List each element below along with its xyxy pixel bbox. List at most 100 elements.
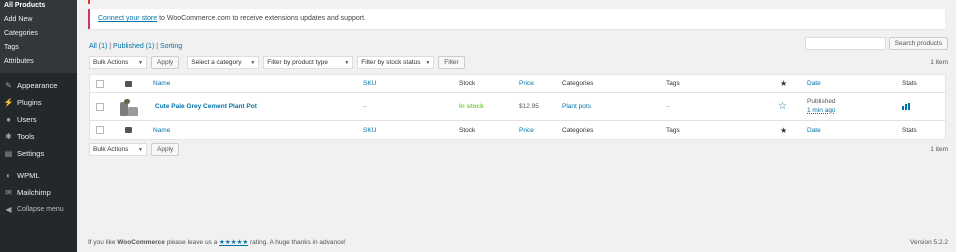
plant-pot-image: [119, 97, 139, 117]
menu-label: WPML: [17, 171, 40, 180]
product-tags: –: [666, 103, 670, 110]
woocommerce-connect-notice: Connect your store to WooCommerce.com to…: [88, 9, 945, 29]
menu-label: Mailchimp: [17, 188, 51, 197]
column-tags: Tags: [666, 126, 680, 134]
menu-mailchimp[interactable]: ✉ Mailchimp: [0, 184, 77, 201]
chevron-down-icon: ▼: [250, 59, 256, 66]
row-select-cell: [96, 93, 104, 120]
top-tablenav: Bulk Actions ▼ Apply Select a category ▼ F…: [89, 56, 465, 69]
collapse-menu-button[interactable]: ◀ Collapse menu: [0, 201, 77, 218]
view-published-count: (1): [145, 43, 155, 50]
menu-plugins[interactable]: ⚡ Plugins: [0, 94, 77, 111]
publish-status: Published: [807, 98, 836, 105]
column-stats: Stats: [902, 80, 917, 87]
menu-appearance[interactable]: ✎ Appearance: [0, 77, 77, 94]
version-text: Version 5.2.2: [910, 239, 948, 246]
row-checkbox[interactable]: [96, 102, 104, 111]
bulk-actions-value: Bulk Actions: [93, 59, 129, 66]
column-name[interactable]: Name: [153, 75, 170, 92]
product-category-link[interactable]: Plant pots: [562, 93, 591, 120]
stock-status: In stock: [459, 103, 484, 110]
featured-header: ★: [780, 121, 787, 139]
product-sku: –: [363, 103, 367, 110]
category-link[interactable]: Plant pots: [562, 103, 591, 110]
rating-stars-link[interactable]: ★★★★★: [219, 239, 248, 246]
footer-suffix: rating. A huge thanks in advance!: [248, 239, 346, 246]
view-published-link[interactable]: Published (1): [113, 43, 154, 50]
apply-button[interactable]: Apply: [151, 56, 180, 69]
chevron-down-icon: ▼: [344, 59, 350, 66]
filter-button[interactable]: Filter: [438, 56, 465, 69]
view-filters: All (1) | Published (1) | Sorting: [89, 43, 182, 50]
collapse-label: Collapse menu: [17, 206, 64, 213]
admin-footer-text: If you like WooCommerce please leave us …: [88, 238, 346, 246]
submenu-tags[interactable]: Tags: [0, 42, 77, 56]
column-categories: Categories: [562, 126, 594, 134]
table-header: Name SKU Stock Price Categories Tags ★ D…: [90, 75, 945, 93]
menu-settings[interactable]: ▤ Settings: [0, 145, 77, 162]
select-all-cell: [96, 75, 104, 92]
chevron-down-icon: ▼: [425, 59, 431, 66]
column-price[interactable]: Price: [519, 75, 534, 92]
column-name[interactable]: Name: [153, 121, 170, 139]
menu-wpml[interactable]: ◐ WPML: [0, 167, 77, 184]
users-icon: ●: [6, 115, 11, 124]
error-mark: [88, 0, 90, 4]
footer-middle: please leave us a: [164, 239, 220, 246]
menu-users[interactable]: ● Users: [0, 111, 77, 128]
column-sku[interactable]: SKU: [363, 121, 376, 139]
product-thumbnail[interactable]: [119, 93, 139, 120]
chevron-down-icon: ▼: [138, 146, 143, 153]
apply-button-bottom[interactable]: Apply: [151, 143, 180, 156]
item-count-top: 1 item: [930, 59, 948, 66]
bottom-tablenav: Bulk Actions ▼ Apply: [89, 143, 180, 156]
product-type-select[interactable]: Filter by product type ▼: [263, 56, 354, 69]
search-products-button[interactable]: Search products: [888, 37, 948, 50]
image-icon: [125, 80, 132, 87]
bulk-actions-select-bottom[interactable]: Bulk Actions ▼: [89, 143, 147, 156]
stock-status-value: Filter by stock status: [361, 59, 421, 66]
category-select[interactable]: Select a category ▼: [187, 56, 260, 69]
menu-label: Users: [17, 115, 37, 124]
footer-brand: WooCommerce: [117, 239, 165, 246]
bar-chart-icon: [902, 103, 910, 110]
column-date[interactable]: Date: [807, 121, 821, 139]
select-all-checkbox[interactable]: [96, 79, 104, 88]
menu-label: Settings: [17, 149, 45, 158]
column-sku[interactable]: SKU: [363, 75, 376, 92]
view-all-label: All: [89, 43, 97, 50]
menu-label: Plugins: [17, 98, 42, 107]
table-row: Cute Pale Grey Cement Plant Pot – In sto…: [90, 93, 945, 121]
select-all-checkbox[interactable]: [96, 126, 104, 134]
menu-tools[interactable]: ✱ Tools: [0, 128, 77, 145]
search-input[interactable]: [804, 37, 886, 50]
bulk-actions-select[interactable]: Bulk Actions ▼: [89, 56, 147, 69]
collapse-icon: ◀: [5, 205, 12, 214]
image-icon: [125, 127, 132, 133]
view-all-count: (1): [98, 43, 108, 50]
submenu-all-products[interactable]: All Products: [0, 0, 77, 14]
product-name-link[interactable]: Cute Pale Grey Cement Plant Pot: [155, 93, 257, 120]
submenu-categories[interactable]: Categories: [0, 28, 77, 42]
column-tags: Tags: [666, 80, 680, 87]
column-stats: Stats: [902, 126, 917, 134]
stock-status-select[interactable]: Filter by stock status ▼: [357, 56, 435, 69]
view-all-link[interactable]: All (1): [89, 43, 107, 50]
select-all-cell: [96, 121, 104, 139]
stats-link[interactable]: [902, 93, 910, 120]
submenu-attributes[interactable]: Attributes: [0, 56, 77, 70]
column-date[interactable]: Date: [807, 75, 821, 92]
menu-label: Tools: [17, 132, 35, 141]
search-box: Search products: [804, 37, 948, 50]
footer-prefix: If you like: [88, 239, 118, 246]
plugin-icon: ⚡: [3, 98, 14, 107]
main-content: Connect your store to WooCommerce.com to…: [77, 0, 956, 252]
featured-toggle[interactable]: ☆: [778, 93, 787, 120]
view-sorting-link[interactable]: Sorting: [160, 43, 182, 50]
product-date: Published 1 min ago: [807, 93, 836, 120]
connect-store-link[interactable]: Connect your store: [98, 15, 157, 22]
table-footer: Name SKU Stock Price Categories Tags ★ D…: [90, 121, 945, 139]
wpml-icon: ◐: [6, 171, 11, 180]
submenu-add-new[interactable]: Add New: [0, 14, 77, 28]
column-price[interactable]: Price: [519, 121, 534, 139]
